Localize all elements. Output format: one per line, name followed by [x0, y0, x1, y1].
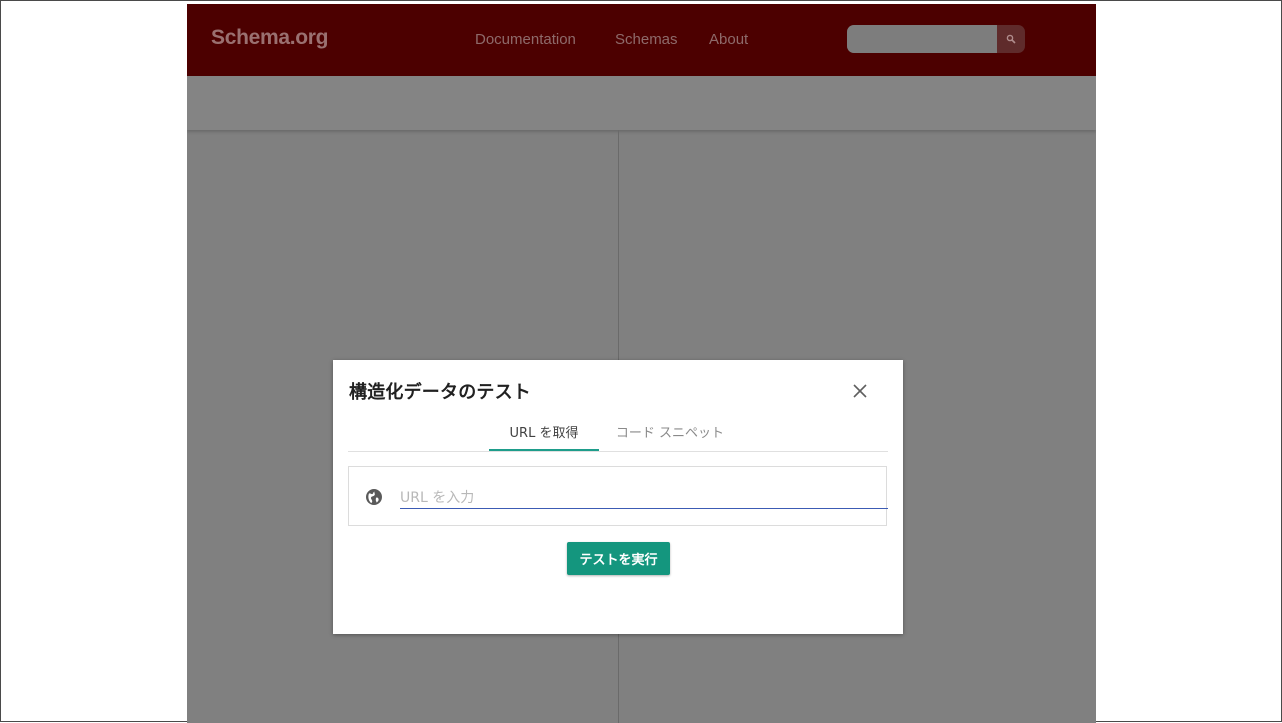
nav-schemas[interactable]: Schemas [615, 31, 678, 48]
tab-code-snippet[interactable]: コード スニペット [611, 412, 729, 450]
nav-documentation[interactable]: Documentation [475, 31, 576, 48]
globe-icon [366, 489, 382, 505]
search-box [847, 25, 1025, 53]
nav-about[interactable]: About [709, 31, 748, 48]
run-test-button[interactable]: テストを実行 [567, 542, 670, 575]
tab-fetch-url[interactable]: URL を取得 [489, 412, 599, 451]
dialog-tabs: URL を取得 コード スニペット [348, 412, 888, 452]
structured-data-test-dialog: 構造化データのテスト URL を取得 コード スニペット テストを実行 [333, 360, 903, 634]
browser-frame: Schema.org Documentation Schemas About 構… [0, 0, 1282, 723]
subheader-bar [187, 76, 1096, 130]
close-button[interactable] [849, 380, 871, 402]
url-panel [348, 466, 888, 526]
search-input[interactable] [847, 25, 997, 53]
search-button[interactable] [997, 25, 1025, 53]
search-icon [1006, 34, 1016, 44]
dialog-title: 構造化データのテスト [349, 382, 531, 403]
site-logo[interactable]: Schema.org [211, 26, 329, 50]
url-input[interactable] [400, 487, 888, 509]
close-icon [853, 384, 867, 398]
top-navbar: Schema.org Documentation Schemas About [187, 4, 1096, 76]
